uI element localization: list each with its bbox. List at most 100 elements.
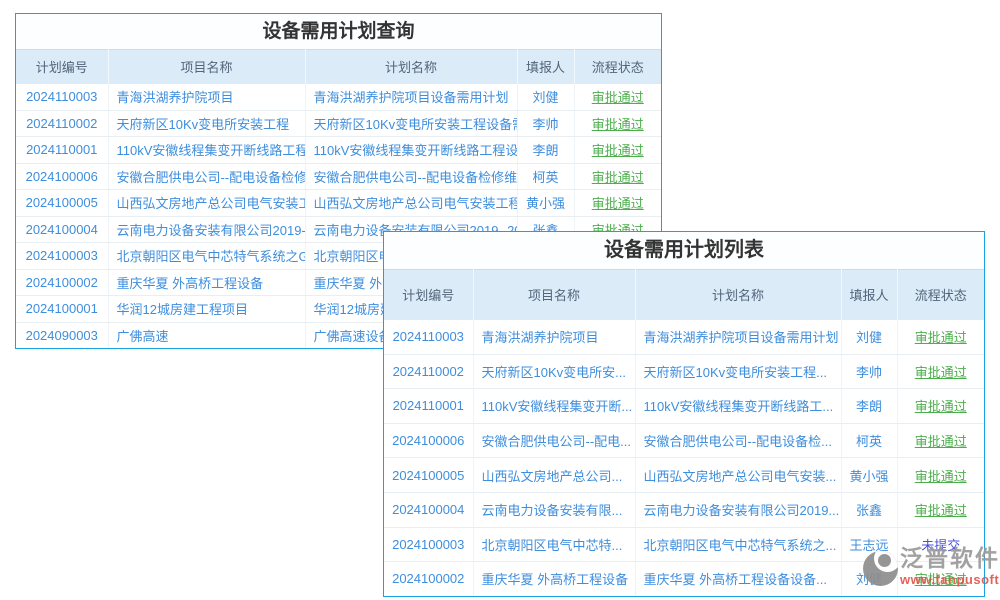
reporter-cell: 王志远 [841, 527, 897, 562]
reporter-cell: 黄小强 [517, 190, 574, 217]
status-link: 未提交 [921, 538, 960, 553]
status-link[interactable]: 审批通过 [915, 572, 967, 587]
status-cell: 审批通过 [897, 354, 984, 389]
reporter-cell: 柯英 [841, 423, 897, 458]
reporter-cell: 张鑫 [841, 492, 897, 527]
plan-name-cell: 北京朝阳区电气中芯特气系统之... [635, 527, 841, 562]
status-link[interactable]: 审批通过 [915, 399, 967, 414]
plan-id-cell: 2024100003 [384, 527, 473, 562]
project-name-cell: 天府新区10Kv变电所安装工程 [108, 110, 305, 137]
status-link[interactable]: 审批通过 [915, 330, 967, 345]
plan-id-cell: 2024100005 [384, 458, 473, 493]
table-row[interactable]: 2024100006安徽合肥供电公司--配电...安徽合肥供电公司--配电设备检… [384, 423, 984, 458]
project-name-cell: 110kV安徽线程集变开断... [473, 389, 635, 424]
plan-id-cell: 2024100005 [16, 190, 108, 217]
table-row[interactable]: 2024110002天府新区10Kv变电所安装工程天府新区10Kv变电所安装工程… [16, 110, 661, 137]
status-link[interactable]: 审批通过 [592, 90, 644, 105]
plan-name-cell: 青海洪湖养护院项目设备需用计划 [305, 84, 517, 111]
status-cell: 未提交 [897, 527, 984, 562]
plan-id-cell: 2024100002 [384, 562, 473, 597]
status-cell: 审批通过 [574, 163, 661, 190]
column-header-project: 项目名称 [108, 50, 305, 84]
list-panel-title: 设备需用计划列表 [384, 232, 984, 269]
reporter-cell: 李帅 [517, 110, 574, 137]
project-name-cell: 天府新区10Kv变电所安... [473, 354, 635, 389]
table-row[interactable]: 2024100004云南电力设备安装有限...云南电力设备安装有限公司2019.… [384, 492, 984, 527]
plan-id-cell: 2024110001 [16, 137, 108, 164]
reporter-cell: 黄小强 [841, 458, 897, 493]
project-name-cell: 山西弘文房地产总公司电气安装工程 [108, 190, 305, 217]
plan-name-cell: 安徽合肥供电公司--配电设备检修维护 [305, 163, 517, 190]
table-row[interactable]: 2024110001110kV安徽线程集变开断...110kV安徽线程集变开断线… [384, 389, 984, 424]
project-name-cell: 重庆华夏 外高桥工程设备 [108, 269, 305, 296]
column-header-status: 流程状态 [897, 270, 984, 320]
plan-id-cell: 2024110003 [384, 320, 473, 355]
project-name-cell: 安徽合肥供电公司--配电... [473, 423, 635, 458]
project-name-cell: 青海洪湖养护院项目 [108, 84, 305, 111]
list-table: 计划编号 项目名称 计划名称 填报人 流程状态 2024110003青海洪湖养护… [384, 269, 984, 597]
status-link[interactable]: 审批通过 [915, 469, 967, 484]
plan-name-cell: 青海洪湖养护院项目设备需用计划 [635, 320, 841, 355]
plan-id-cell: 2024100006 [384, 423, 473, 458]
project-name-cell: 北京朝阳区电气中芯特气系统之GM [108, 243, 305, 270]
column-header-plan-id: 计划编号 [384, 270, 473, 320]
status-link[interactable]: 审批通过 [915, 503, 967, 518]
project-name-cell: 北京朝阳区电气中芯特... [473, 527, 635, 562]
plan-id-cell: 2024100002 [16, 269, 108, 296]
column-header-plan-id: 计划编号 [16, 50, 108, 84]
plan-id-cell: 2024100004 [384, 492, 473, 527]
status-cell: 审批通过 [897, 320, 984, 355]
query-table-header-row: 计划编号 项目名称 计划名称 填报人 流程状态 [16, 50, 661, 84]
status-cell: 审批通过 [897, 423, 984, 458]
status-cell: 审批通过 [897, 562, 984, 597]
reporter-cell: 柯英 [517, 163, 574, 190]
status-cell: 审批通过 [897, 389, 984, 424]
project-name-cell: 山西弘文房地产总公司... [473, 458, 635, 493]
status-cell: 审批通过 [574, 84, 661, 111]
table-row[interactable]: 2024100005山西弘文房地产总公司电气安装工程山西弘文房地产总公司电气安装… [16, 190, 661, 217]
table-row[interactable]: 2024110003青海洪湖养护院项目青海洪湖养护院项目设备需用计划刘健 审批通过 [16, 84, 661, 111]
status-link[interactable]: 审批通过 [915, 365, 967, 380]
reporter-cell: 李朗 [517, 137, 574, 164]
table-row[interactable]: 2024100003北京朝阳区电气中芯特...北京朝阳区电气中芯特气系统之...… [384, 527, 984, 562]
list-table-header-row: 计划编号 项目名称 计划名称 填报人 流程状态 [384, 270, 984, 320]
table-row[interactable]: 2024110001110kV安徽线程集变开断线路工程110kV安徽线程集变开断… [16, 137, 661, 164]
reporter-cell: 刘健 [841, 562, 897, 597]
status-link[interactable]: 审批通过 [592, 170, 644, 185]
status-link[interactable]: 审批通过 [592, 196, 644, 211]
reporter-cell: 李朗 [841, 389, 897, 424]
plan-name-cell: 安徽合肥供电公司--配电设备检... [635, 423, 841, 458]
status-link[interactable]: 审批通过 [915, 434, 967, 449]
plan-name-cell: 天府新区10Kv变电所安装工程... [635, 354, 841, 389]
table-row[interactable]: 2024100006安徽合肥供电公司--配电设备检修维安徽合肥供电公司--配电设… [16, 163, 661, 190]
column-header-plan-name: 计划名称 [305, 50, 517, 84]
plan-name-cell: 110kV安徽线程集变开断线路工... [635, 389, 841, 424]
column-header-plan-name: 计划名称 [635, 270, 841, 320]
reporter-cell: 刘健 [517, 84, 574, 111]
column-header-reporter: 填报人 [517, 50, 574, 84]
project-name-cell: 110kV安徽线程集变开断线路工程 [108, 137, 305, 164]
status-link[interactable]: 审批通过 [592, 143, 644, 158]
status-cell: 审批通过 [897, 492, 984, 527]
plan-id-cell: 2024110003 [16, 84, 108, 111]
table-row[interactable]: 2024100005山西弘文房地产总公司...山西弘文房地产总公司电气安装...… [384, 458, 984, 493]
plan-name-cell: 110kV安徽线程集变开断线路工程设备 [305, 137, 517, 164]
table-row[interactable]: 2024110002天府新区10Kv变电所安...天府新区10Kv变电所安装工程… [384, 354, 984, 389]
table-row[interactable]: 2024100002重庆华夏 外高桥工程设备重庆华夏 外高桥工程设备设备...刘… [384, 562, 984, 597]
plan-name-cell: 重庆华夏 外高桥工程设备设备... [635, 562, 841, 597]
plan-id-cell: 2024100006 [16, 163, 108, 190]
plan-name-cell: 云南电力设备安装有限公司2019... [635, 492, 841, 527]
status-cell: 审批通过 [574, 110, 661, 137]
table-row[interactable]: 2024110003青海洪湖养护院项目青海洪湖养护院项目设备需用计划刘健审批通过 [384, 320, 984, 355]
column-header-project: 项目名称 [473, 270, 635, 320]
project-name-cell: 华润12城房建工程项目 [108, 296, 305, 323]
plan-name-cell: 天府新区10Kv变电所安装工程设备需用 [305, 110, 517, 137]
project-name-cell: 云南电力设备安装有限公司2019--2 [108, 216, 305, 243]
project-name-cell: 安徽合肥供电公司--配电设备检修维 [108, 163, 305, 190]
status-cell: 审批通过 [897, 458, 984, 493]
status-cell: 审批通过 [574, 190, 661, 217]
project-name-cell: 云南电力设备安装有限... [473, 492, 635, 527]
status-link[interactable]: 审批通过 [592, 117, 644, 132]
reporter-cell: 李帅 [841, 354, 897, 389]
plan-id-cell: 2024100001 [16, 296, 108, 323]
